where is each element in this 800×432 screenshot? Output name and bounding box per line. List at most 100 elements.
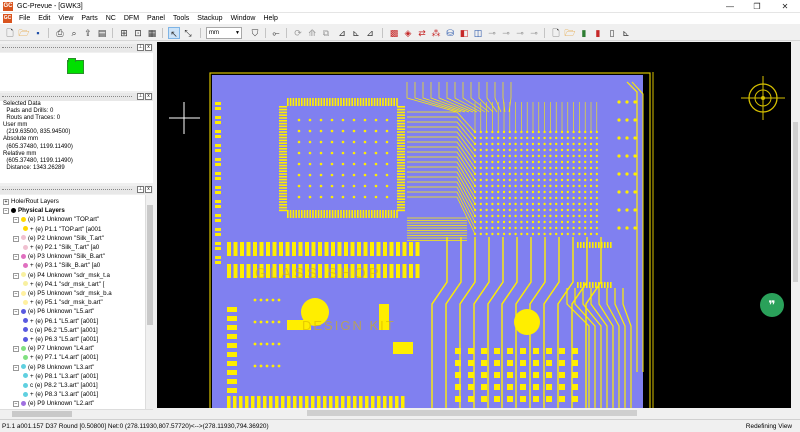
layer-color-dot[interactable] (23, 391, 28, 397)
collapse-icon[interactable]: − (13, 272, 19, 279)
layer-tree-row[interactable]: + Hole/Rout Layers (3, 197, 59, 206)
layer-stack-icon[interactable]: ⛁ (444, 27, 456, 39)
save-icon[interactable]: ▪ (32, 27, 44, 39)
menu-view[interactable]: View (54, 13, 77, 24)
pcb-canvas[interactable]: GLASS SHOP DESIGN KIT (157, 42, 800, 408)
layer-tree-row[interactable]: + (e) P1.1 "TOP.art" [a001 (23, 225, 101, 234)
collapse-icon[interactable]: − (13, 364, 19, 371)
layer-color-dot[interactable] (21, 253, 26, 259)
layer-color-dot[interactable] (21, 364, 26, 370)
layer-tree-row[interactable]: − (e) P7 Unknown "L4.art" (13, 344, 94, 353)
print-preview-icon[interactable]: ⌕ (68, 27, 80, 39)
zoom-window-icon[interactable]: ⊞ (118, 27, 130, 39)
layer-tree-row[interactable]: − (e) P8 Unknown "L3.art" (13, 363, 94, 372)
collapse-icon[interactable]: − (13, 346, 19, 353)
menu-file[interactable]: File (15, 13, 34, 24)
pin-icon[interactable]: ⊥ (137, 44, 144, 51)
drill-icon[interactable]: ⁂ (430, 27, 442, 39)
compare-icon[interactable]: ⇄ (416, 27, 428, 39)
layer-tree-row[interactable]: + (e) P5.1 "sdr_msk_b.art" (23, 298, 103, 307)
trace-icon[interactable]: ⊸ (500, 27, 512, 39)
layer-color-dot[interactable] (11, 207, 16, 213)
layer-color-dot[interactable] (23, 226, 28, 232)
layer-tree-scrollbar[interactable] (145, 195, 153, 409)
scroll-thumb[interactable] (147, 205, 153, 325)
step-repeat-icon[interactable]: ▮ (578, 27, 590, 39)
open-panel-icon[interactable]: 🗁 (564, 27, 576, 39)
align-icon[interactable]: ⊾ (350, 27, 362, 39)
zoom-fit-icon[interactable]: ⊡ (132, 27, 144, 39)
menu-dfm[interactable]: DFM (120, 13, 143, 24)
chart-icon[interactable]: ⊿ (336, 27, 348, 39)
panel-close-icon[interactable]: x (145, 44, 152, 51)
layer-color-dot[interactable] (23, 327, 28, 333)
filter-icon[interactable]: ⛉ (249, 27, 261, 39)
layer-tree-row[interactable]: − (e) P6 Unknown "L5.art" (13, 307, 94, 316)
layer-tree-row[interactable]: − (e) P1 Unknown "TOP.art" (13, 215, 99, 224)
menu-stackup[interactable]: Stackup (193, 13, 226, 24)
panel-export-icon[interactable]: ▮ (592, 27, 604, 39)
panel-measure-icon[interactable]: ⊾ (620, 27, 632, 39)
pin-icon[interactable]: ⊥ (137, 186, 144, 193)
layer-tree-row[interactable]: + (e) P6.3 "L5.art" [a001] (23, 335, 98, 344)
minimize-button[interactable]: — (718, 0, 742, 13)
zoom-board-icon[interactable]: ▦ (146, 27, 158, 39)
new-file-icon[interactable]: 🗋 (4, 27, 16, 39)
layer-tree-row[interactable]: − (e) P5 Unknown "sdr_msk_b.a (13, 289, 112, 298)
layer-color-dot[interactable] (21, 216, 26, 222)
collapse-icon[interactable]: − (13, 291, 19, 297)
print-icon[interactable]: ⎙ (54, 27, 66, 39)
layer-tree-row[interactable]: − (e) P9 Unknown "L2.art" (13, 399, 94, 408)
layer-tree-row[interactable]: − (e) P2 Unknown "Silk_T.art" (13, 234, 104, 243)
select-pointer-icon[interactable]: ↖ (168, 27, 180, 39)
menu-panel[interactable]: Panel (143, 13, 169, 24)
menu-help[interactable]: Help (259, 13, 281, 24)
layer-tree-row[interactable]: + (e) P6.1 "L5.art" [a001] (23, 317, 98, 326)
open-folder-icon[interactable]: 🗁 (18, 27, 30, 39)
query-icon[interactable]: ⊸ (486, 27, 498, 39)
measure-icon[interactable]: ⟜ (270, 27, 282, 39)
layer-tree-row[interactable]: c (e) P6.2 "L5.art" [a001] (23, 326, 98, 335)
copy-icon[interactable]: ⧉ (320, 27, 332, 39)
new-panel-icon[interactable]: 🗋 (550, 27, 562, 39)
panel-grip[interactable] (2, 47, 132, 48)
move-icon[interactable]: ⟰ (306, 27, 318, 39)
pin-icon[interactable]: ⊥ (137, 93, 144, 100)
layer-color-dot[interactable] (21, 290, 26, 296)
layer-tree-row[interactable]: + (e) P8.1 "L3.art" [a001] (23, 372, 98, 381)
drc-icon[interactable]: ▩ (388, 27, 400, 39)
menu-window[interactable]: Window (227, 13, 260, 24)
layer-color-dot[interactable] (23, 299, 28, 305)
pcb-board-view[interactable]: GLASS SHOP DESIGN KIT (157, 42, 800, 408)
rotate-icon[interactable]: ⟳ (292, 27, 304, 39)
layer-tree-row[interactable]: + (e) P3.1 "Silk_B.art" [a0 (23, 261, 100, 270)
layer-tree-row[interactable]: + (e) P2.1 "Silk_T.art" [a0 (23, 243, 99, 252)
panel-grip[interactable] (2, 189, 132, 190)
layer-color-dot[interactable] (23, 281, 28, 287)
chat-bubble-button[interactable]: ❞ (760, 293, 784, 317)
layer-color-dot[interactable] (23, 382, 28, 388)
layer-tree-row[interactable]: + (e) P7.1 "L4.art" [a001] (23, 353, 98, 362)
graph-icon[interactable]: ⊿ (364, 27, 376, 39)
select-area-icon[interactable]: ⤡ (182, 27, 194, 39)
scroll-thumb[interactable] (307, 410, 637, 416)
layer-color-dot[interactable] (21, 308, 26, 314)
menu-tools[interactable]: Tools (169, 13, 193, 24)
netlist-icon[interactable]: ◈ (402, 27, 414, 39)
layer-color-dot[interactable] (21, 400, 26, 406)
maximize-button[interactable]: ❐ (745, 0, 769, 13)
close-button[interactable]: ✕ (773, 0, 797, 13)
document-icon[interactable]: GC (3, 14, 12, 23)
collapse-icon[interactable]: − (13, 254, 19, 261)
layer-color-dot[interactable] (23, 262, 28, 268)
layer-tree-row[interactable]: − Physical Layers (3, 206, 65, 215)
menu-edit[interactable]: Edit (34, 13, 54, 24)
layer-color-dot[interactable] (21, 235, 26, 241)
layer-color-dot[interactable] (21, 345, 26, 351)
collapse-icon[interactable]: − (3, 208, 9, 215)
highlight-net-icon[interactable]: ◧ (458, 27, 470, 39)
layer-tree-row[interactable]: + (e) P8.3 "L3.art" [a001] (23, 390, 98, 399)
layer-color-dot[interactable] (21, 272, 26, 278)
page-setup-icon[interactable]: ▤ (96, 27, 108, 39)
collapse-icon[interactable]: − (13, 217, 19, 224)
